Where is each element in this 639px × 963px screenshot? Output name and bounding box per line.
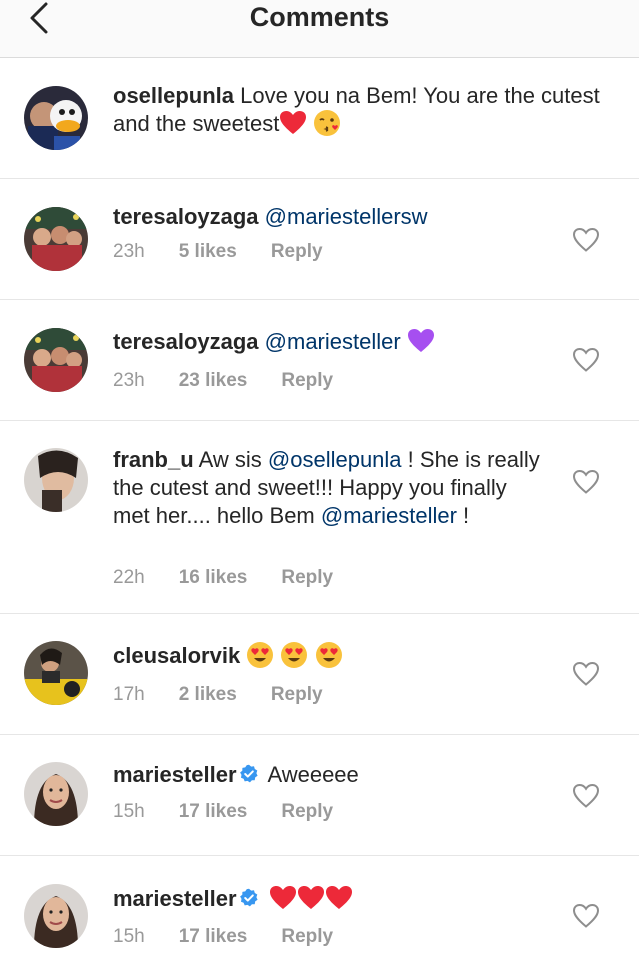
comment-row: mariesteller Aweeeee 15h 17 likes Reply bbox=[0, 735, 639, 856]
caption-text: osellepunla Love you na Bem! You are the… bbox=[113, 82, 613, 139]
red-heart-icon bbox=[297, 885, 325, 911]
likes-count[interactable]: 5 likes bbox=[179, 241, 237, 263]
comment-text: mariesteller Aweeeee bbox=[113, 761, 553, 789]
comment-row: mariesteller 15h 17 likes Reply bbox=[0, 856, 639, 963]
comment-meta: 23h 5 likes Reply bbox=[113, 241, 323, 263]
avatar[interactable] bbox=[24, 328, 88, 392]
mention-link[interactable]: @mariesteller bbox=[321, 503, 457, 528]
likes-count[interactable]: 17 likes bbox=[179, 801, 248, 823]
mention-link[interactable]: @osellepunla bbox=[268, 447, 402, 472]
username[interactable]: cleusalorvik bbox=[113, 643, 240, 668]
comment-meta: 22h 16 likes Reply bbox=[113, 567, 333, 589]
caption-comment: osellepunla Love you na Bem! You are the… bbox=[0, 58, 639, 179]
mention-link[interactable]: @mariesteller bbox=[265, 329, 401, 354]
likes-count[interactable]: 2 likes bbox=[179, 684, 237, 706]
reply-button[interactable]: Reply bbox=[271, 684, 323, 706]
heart-outline-icon[interactable] bbox=[572, 227, 600, 253]
red-heart-icon bbox=[325, 885, 353, 911]
comment-row: teresaloyzaga @mariesteller 23h 23 likes… bbox=[0, 300, 639, 421]
timestamp: 23h bbox=[113, 370, 145, 391]
avatar[interactable] bbox=[24, 762, 88, 826]
page-title: Comments bbox=[249, 2, 390, 32]
avatar[interactable] bbox=[24, 207, 88, 271]
comment-row: teresaloyzaga @mariestellersw 23h 5 like… bbox=[0, 179, 639, 300]
purple-heart-icon bbox=[407, 328, 435, 354]
timestamp: 22h bbox=[113, 567, 145, 588]
heart-outline-icon[interactable] bbox=[572, 661, 600, 687]
username[interactable]: franb_u bbox=[113, 447, 194, 472]
mention-link[interactable]: @mariestellersw bbox=[265, 204, 428, 229]
comment-meta: 23h 23 likes Reply bbox=[113, 370, 333, 392]
timestamp: 15h bbox=[113, 801, 145, 822]
likes-count[interactable]: 16 likes bbox=[179, 567, 248, 589]
reply-button[interactable]: Reply bbox=[281, 801, 333, 823]
timestamp: 17h bbox=[113, 684, 145, 705]
heart-eyes-emoji-icon bbox=[246, 641, 274, 669]
heart-eyes-emoji-icon bbox=[280, 641, 308, 669]
comment-text: franb_u Aw sis @osellepunla ! She is rea… bbox=[113, 446, 543, 530]
reply-button[interactable]: Reply bbox=[281, 370, 333, 392]
kissing-face-icon bbox=[313, 109, 341, 137]
avatar[interactable] bbox=[24, 448, 88, 512]
reply-button[interactable]: Reply bbox=[281, 567, 333, 589]
comment-row: franb_u Aw sis @osellepunla ! She is rea… bbox=[0, 421, 639, 614]
verified-badge-icon bbox=[239, 764, 259, 784]
heart-outline-icon[interactable] bbox=[572, 347, 600, 373]
comment-text-part: Aw sis bbox=[198, 447, 262, 472]
comment-text: teresaloyzaga @mariestellersw bbox=[113, 203, 553, 231]
likes-count[interactable]: 17 likes bbox=[179, 926, 248, 948]
username[interactable]: teresaloyzaga bbox=[113, 204, 259, 229]
username[interactable]: teresaloyzaga bbox=[113, 329, 259, 354]
username[interactable]: osellepunla bbox=[113, 83, 234, 108]
red-heart-icon bbox=[279, 110, 307, 136]
heart-outline-icon[interactable] bbox=[572, 903, 600, 929]
comment-text: cleusalorvik bbox=[113, 642, 553, 671]
timestamp: 15h bbox=[113, 926, 145, 947]
header-bar: Comments bbox=[0, 0, 639, 58]
comment-text: teresaloyzaga @mariesteller bbox=[113, 328, 553, 356]
reply-button[interactable]: Reply bbox=[281, 926, 333, 948]
comment-meta: 15h 17 likes Reply bbox=[113, 926, 333, 948]
timestamp: 23h bbox=[113, 241, 145, 262]
username[interactable]: mariesteller bbox=[113, 762, 237, 787]
red-heart-icon bbox=[269, 885, 297, 911]
reply-button[interactable]: Reply bbox=[271, 241, 323, 263]
comment-text: mariesteller bbox=[113, 885, 553, 913]
comment-meta: 15h 17 likes Reply bbox=[113, 801, 333, 823]
comment-meta: 17h 2 likes Reply bbox=[113, 684, 323, 706]
likes-count[interactable]: 23 likes bbox=[179, 370, 248, 392]
avatar[interactable] bbox=[24, 86, 88, 150]
username[interactable]: mariesteller bbox=[113, 886, 237, 911]
avatar[interactable] bbox=[24, 641, 88, 705]
comment-row: cleusalorvik 17h 2 likes Reply bbox=[0, 614, 639, 735]
heart-eyes-emoji-icon bbox=[315, 641, 343, 669]
avatar[interactable] bbox=[24, 884, 88, 948]
heart-outline-icon[interactable] bbox=[572, 783, 600, 809]
verified-badge-icon bbox=[239, 888, 259, 908]
comment-text-part: ! bbox=[463, 503, 470, 528]
comment-text-part: Aweeeee bbox=[267, 762, 359, 787]
heart-outline-icon[interactable] bbox=[572, 469, 600, 495]
